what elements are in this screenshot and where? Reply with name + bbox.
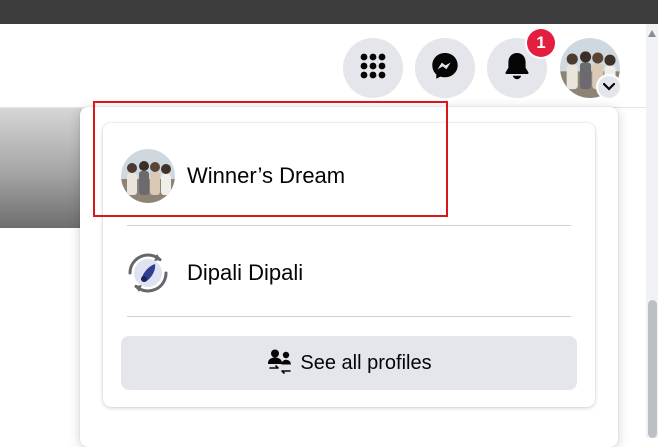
messenger-button[interactable] xyxy=(415,38,475,98)
scrollbar-thumb[interactable] xyxy=(648,300,657,438)
browser-top-strip xyxy=(0,0,658,24)
scroll-up-arrow-icon[interactable] xyxy=(648,30,656,37)
cover-photo-edge xyxy=(0,108,82,228)
notification-badge: 1 xyxy=(527,29,555,57)
menu-divider xyxy=(127,225,571,226)
messenger-icon xyxy=(430,51,460,86)
see-all-profiles-button[interactable]: See all profiles xyxy=(121,336,577,390)
menu-button[interactable] xyxy=(343,38,403,98)
profile-item-dipali[interactable]: Dipali Dipali xyxy=(103,237,595,309)
profile-name: Dipali Dipali xyxy=(187,260,304,285)
grid-menu-icon xyxy=(359,52,387,85)
bell-icon xyxy=(503,51,531,86)
profiles-switch-icon xyxy=(266,348,294,379)
menu-divider xyxy=(127,316,571,317)
see-all-profiles-label: See all profiles xyxy=(300,351,432,374)
highlight-box xyxy=(93,101,448,217)
switch-profile-avatar xyxy=(128,253,168,293)
chevron-down-icon xyxy=(602,78,616,96)
account-menu-caret[interactable] xyxy=(598,76,620,98)
